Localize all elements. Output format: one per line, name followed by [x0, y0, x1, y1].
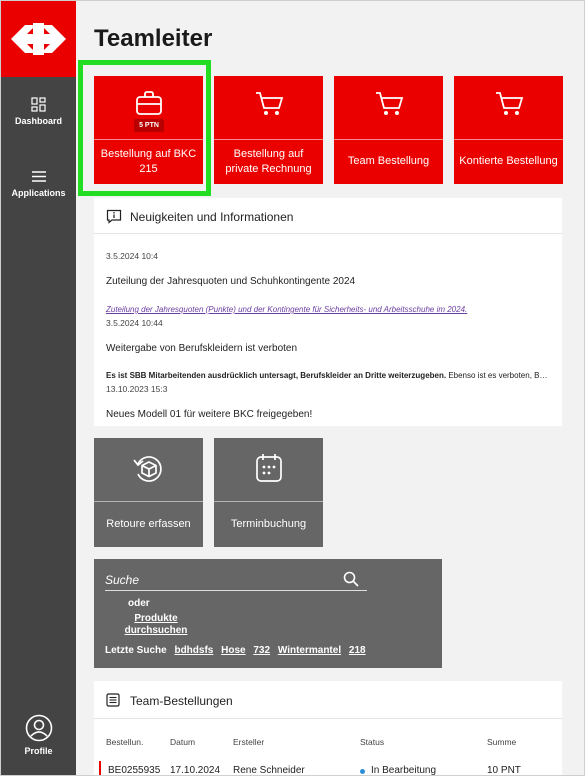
cart-icon: [375, 92, 403, 115]
order-date-cell: 17.10.2024: [170, 765, 221, 776]
news-headline[interactable]: Weitergabe von Berufskleidern ist verbot…: [106, 343, 297, 354]
news-headline[interactable]: Zuteilung der Jahresquoten und Schuhkont…: [106, 276, 355, 287]
search-panel: oder Produkte durchsuchen Letzte Suche b…: [94, 559, 442, 668]
sbb-logo[interactable]: [1, 1, 76, 77]
sidebar-item-label: Profile: [24, 746, 53, 756]
tile-accounted-order[interactable]: Kontierte Bestellung: [454, 76, 563, 184]
browse-products-link[interactable]: Produkte durchsuchen: [116, 613, 196, 637]
list-icon: [106, 693, 120, 707]
news-snippet-rest: Ebenso ist es verboten, Berufskleider zu…: [448, 371, 550, 380]
order-sum-cell: 10 PNT: [487, 765, 521, 776]
order-number-cell[interactable]: BE0255935: [108, 765, 160, 775]
orders-title: Team-Bestellungen: [130, 694, 233, 708]
status-dot: [360, 769, 365, 774]
recent-search-link[interactable]: Hose: [221, 645, 245, 656]
news-headline[interactable]: Neues Modell 01 für weitere BKC freigege…: [106, 409, 312, 420]
news-snippet: Es ist SBB Mitarbeitenden ausdrücklich u…: [106, 371, 550, 380]
sidebar-item-label: Dashboard: [14, 116, 62, 126]
main-content: Teamleiter 5 PTN Bestellung auf BKC 215 …: [76, 1, 584, 776]
column-header-creator[interactable]: Ersteller: [233, 737, 264, 747]
news-date: 13.10.2023 15:3: [106, 384, 168, 394]
tile-label: Retoure erfassen: [106, 518, 191, 530]
news-date: 3.5.2024 10:44: [106, 318, 163, 328]
page-title: Teamleiter: [94, 25, 213, 52]
team-orders-panel: Team-Bestellungen Bestellun. Datum Erste…: [94, 681, 562, 776]
cart-icon: [495, 92, 523, 115]
selection-highlight: [78, 60, 211, 196]
tile-appointment[interactable]: Terminbuchung: [214, 438, 323, 547]
order-status-cell: In Bearbeitung: [371, 765, 437, 776]
tile-label: Kontierte Bestellung: [459, 155, 558, 167]
row-marker: [99, 761, 101, 775]
news-date: 3.5.2024 10:4: [106, 251, 158, 261]
recent-search-link[interactable]: 732: [253, 645, 270, 656]
calendar-icon: [255, 454, 282, 482]
return-box-icon: [132, 456, 162, 482]
menu-icon: [31, 171, 46, 182]
news-panel: Neuigkeiten und Informationen 3.5.2024 1…: [94, 198, 562, 426]
user-icon: [25, 714, 52, 742]
dashboard-icon: [31, 97, 46, 112]
tile-label: Team Bestellung: [347, 155, 430, 167]
search-icon[interactable]: [343, 571, 359, 587]
search-input[interactable]: [105, 569, 367, 591]
tile-order-private[interactable]: Bestellung auf private Rechnung: [214, 76, 323, 184]
info-icon: [106, 209, 122, 224]
cart-icon: [255, 92, 283, 115]
news-link[interactable]: Zuteilung der Jahresquoten (Punkte) und …: [106, 305, 467, 314]
orders-header: Team-Bestellungen: [94, 681, 562, 719]
column-header-order[interactable]: Bestellun.: [106, 737, 143, 747]
sidebar-item-dashboard[interactable]: Dashboard: [1, 97, 76, 126]
news-header: Neuigkeiten und Informationen: [94, 198, 562, 234]
news-snippet-bold: Es ist SBB Mitarbeitenden ausdrücklich u…: [106, 371, 447, 380]
recent-search-link[interactable]: 218: [349, 645, 366, 656]
tile-label: Terminbuchung: [230, 518, 307, 530]
recent-search-link[interactable]: Wintermantel: [278, 645, 341, 656]
sidebar-item-profile[interactable]: Profile: [1, 714, 76, 756]
column-header-date[interactable]: Datum: [170, 737, 195, 747]
tile-label: Bestellung auf private Rechnung: [225, 147, 312, 175]
column-header-sum[interactable]: Summe: [487, 737, 516, 747]
tile-team-order[interactable]: Team Bestellung: [334, 76, 443, 184]
recent-search-link[interactable]: bdhdsfs: [174, 645, 213, 656]
recent-searches: Letzte Suche bdhdsfs Hose 732 Wintermant…: [105, 645, 366, 656]
news-title: Neuigkeiten und Informationen: [130, 210, 294, 224]
sbb-logo-icon: [11, 23, 66, 55]
sidebar-item-applications[interactable]: Applications: [1, 169, 76, 198]
recent-search-label: Letzte Suche: [105, 645, 167, 656]
sidebar-item-label: Applications: [11, 188, 66, 198]
order-creator-cell: Rene Schneider: [233, 765, 305, 776]
search-or-label: oder: [128, 598, 150, 609]
sidebar: Dashboard Applications Profile: [1, 1, 76, 775]
column-header-status[interactable]: Status: [360, 737, 384, 747]
tile-return[interactable]: Retoure erfassen: [94, 438, 203, 547]
